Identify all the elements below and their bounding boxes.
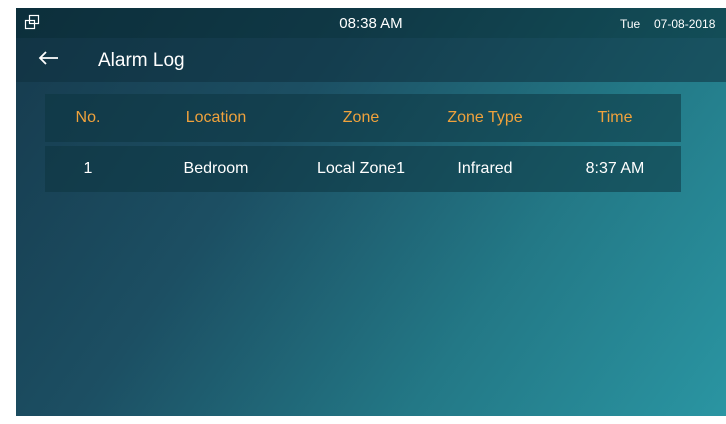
title-bar: Alarm Log — [16, 38, 726, 82]
back-button[interactable] — [34, 46, 64, 74]
cell-location: Bedroom — [183, 160, 249, 177]
column-header-zone: Zone — [342, 109, 380, 126]
column-header-zone-type: Zone Type — [447, 109, 523, 126]
column-header-no: No. — [75, 109, 101, 126]
cell-time: 8:37 AM — [585, 160, 645, 177]
cell-no: 1 — [83, 160, 93, 177]
cell-zone: Local Zone1 — [316, 160, 406, 177]
table-header: No. Location Zone Zone Type Time — [45, 94, 681, 142]
column-header-time: Time — [597, 109, 633, 126]
window-restore-icon[interactable] — [24, 14, 40, 30]
arrow-left-icon — [38, 50, 60, 71]
cell-zone-type: Infrared — [457, 160, 513, 177]
alarm-log-table: No. Location Zone Zone Type Time 1 Bedro… — [45, 94, 681, 196]
page-title: Alarm Log — [98, 50, 185, 71]
status-day: Tue — [620, 17, 641, 31]
status-bar: 08:38 AM Tue 07-08-2018 — [16, 8, 726, 38]
screen: 08:38 AM Tue 07-08-2018 Alarm Log No. Lo… — [16, 8, 726, 416]
column-header-location: Location — [185, 109, 247, 126]
status-date: 07-08-2018 — [654, 17, 716, 31]
table-row[interactable]: 1 Bedroom Local Zone1 Infrared 8:37 AM — [45, 146, 681, 192]
